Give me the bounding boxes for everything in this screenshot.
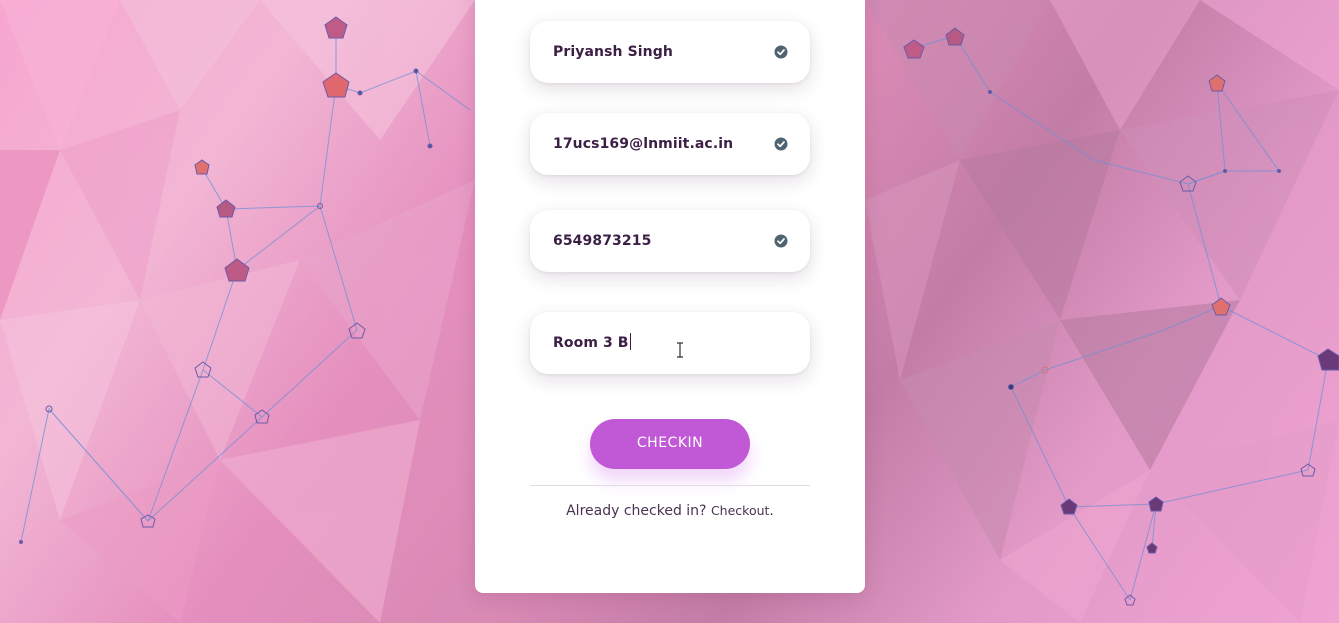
room-input-wrap: Room 3 B	[553, 312, 631, 374]
name-field[interactable]: Priyansh Singh	[530, 21, 810, 83]
checkin-button[interactable]: CHECKIN	[590, 419, 750, 469]
footer-suffix: .	[769, 503, 774, 519]
name-value: Priyansh Singh	[553, 44, 673, 60]
checkout-link[interactable]: Checkout	[711, 503, 769, 518]
phone-field[interactable]: 6549873215	[530, 210, 810, 272]
room-value: Room 3 B	[553, 335, 629, 351]
email-value: 17ucs169@lnmiit.ac.in	[553, 136, 734, 152]
email-field[interactable]: 17ucs169@lnmiit.ac.in	[530, 113, 810, 175]
phone-value: 6549873215	[553, 233, 652, 249]
checkin-card: Priyansh Singh 17ucs169@lnmiit.ac.in 654…	[475, 0, 865, 593]
room-field[interactable]: Room 3 B	[530, 312, 810, 374]
divider	[530, 485, 810, 486]
check-circle-icon	[774, 137, 788, 151]
footer-text: Already checked in? Checkout.	[475, 503, 865, 519]
ibeam-cursor-icon	[677, 342, 683, 358]
check-circle-icon	[774, 234, 788, 248]
footer-prompt: Already checked in?	[566, 503, 707, 519]
check-circle-icon	[774, 45, 788, 59]
text-caret	[629, 333, 631, 350]
